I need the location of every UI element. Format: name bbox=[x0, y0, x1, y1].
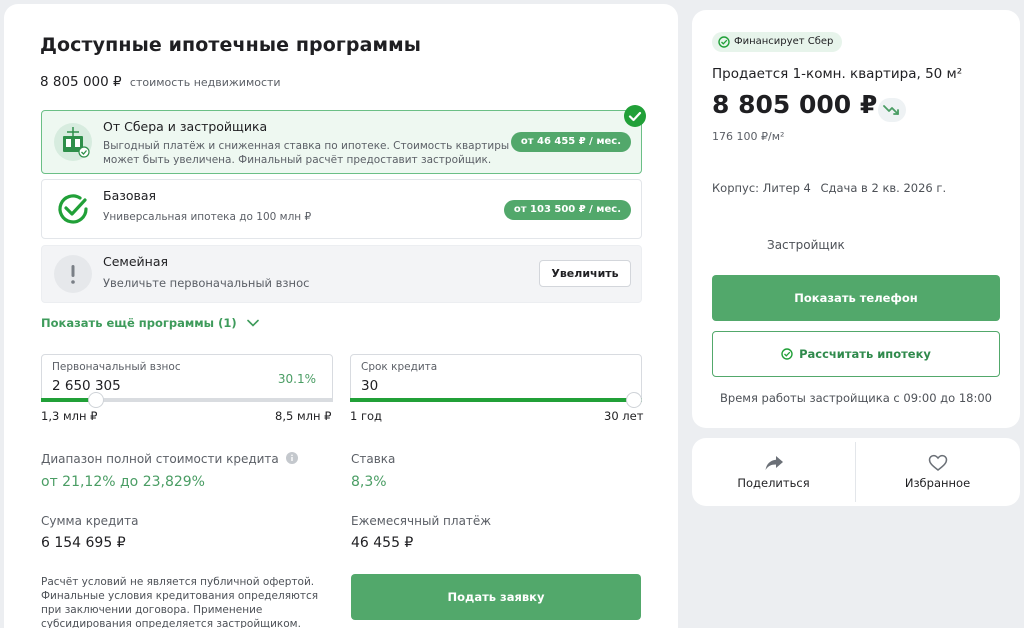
apply-button[interactable]: Подать заявку bbox=[351, 574, 641, 620]
share-label: Поделиться bbox=[737, 476, 810, 490]
show-phone-button[interactable]: Показать телефон bbox=[712, 275, 1000, 321]
check-circle-icon bbox=[54, 190, 92, 228]
chevron-down-icon bbox=[246, 319, 259, 327]
program-basic[interactable]: Базовая Универсальная ипотека до 100 млн… bbox=[41, 179, 642, 239]
loan-term-slider-handle[interactable] bbox=[626, 392, 642, 408]
down-payment-min: 1,3 млн ₽ bbox=[41, 409, 98, 423]
loan-sum-value: 6 154 695 ₽ bbox=[41, 535, 126, 551]
loan-term-field[interactable]: Срок кредита 30 bbox=[350, 354, 642, 402]
share-button[interactable]: Поделиться bbox=[692, 438, 855, 506]
property-price-hint: стоимость недвижимости bbox=[129, 76, 281, 89]
program-description: Выгодный платёж и сниженная ставка по ип… bbox=[103, 140, 510, 166]
program-family[interactable]: Семейная Увеличьте первоначальный взнос … bbox=[41, 245, 642, 303]
rate-value: 8,3% bbox=[351, 474, 387, 490]
disclaimer-text: Расчёт условий не является публичной офе… bbox=[41, 576, 319, 628]
loan-term-fill bbox=[350, 398, 642, 402]
program-sber-developer[interactable]: От Сбера и застройщика Выгодный платёж и… bbox=[41, 110, 642, 174]
listing-card: Финансирует Сбер Продается 1-комн. кварт… bbox=[692, 10, 1020, 428]
sber-logo-icon bbox=[718, 36, 730, 48]
loan-term-max: 30 лет bbox=[604, 409, 644, 423]
loan-term-label: Срок кредита bbox=[361, 361, 438, 373]
program-title: Семейная bbox=[103, 254, 169, 269]
loan-term-min: 1 год bbox=[350, 409, 383, 423]
price-trend-icon[interactable] bbox=[878, 98, 906, 122]
price-per-meter: 176 100 ₽/м² bbox=[712, 130, 785, 143]
cost-range-value: от 21,12% до 23,829% bbox=[41, 474, 205, 490]
show-more-programs-link[interactable]: Показать ещё программы (1) bbox=[41, 316, 259, 330]
page-title: Доступные ипотечные программы bbox=[40, 34, 422, 56]
down-payment-label: Первоначальный взнос bbox=[52, 361, 181, 373]
property-price: 8 805 000 ₽ bbox=[40, 74, 122, 90]
increase-button[interactable]: Увеличить bbox=[539, 260, 631, 287]
program-title: От Сбера и застройщика bbox=[103, 119, 268, 134]
property-price-line: 8 805 000 ₽ стоимость недвижимости bbox=[40, 74, 281, 90]
heart-icon bbox=[928, 454, 948, 471]
program-title: Базовая bbox=[103, 188, 157, 203]
program-payment-badge: от 46 455 ₽ / мес. bbox=[510, 132, 631, 152]
working-hours: Время работы застройщика с 09:00 до 18:0… bbox=[720, 391, 992, 405]
loan-term-value: 30 bbox=[361, 378, 379, 394]
flat-title: Продается 1-комн. квартира, 50 м² bbox=[712, 66, 963, 82]
down-payment-max: 8,5 млн ₽ bbox=[275, 409, 332, 423]
listing-price: 8 805 000 ₽ bbox=[712, 90, 878, 119]
share-icon bbox=[765, 456, 783, 470]
building-info: Корпус: Литер 4 Сдача в 2 кв. 2026 г. bbox=[712, 181, 946, 195]
developer-label: Застройщик bbox=[767, 238, 845, 252]
down-payment-percent: 30.1% bbox=[277, 372, 316, 386]
monthly-payment-value: 46 455 ₽ bbox=[351, 535, 414, 551]
delivery-label: Сдача в 2 кв. 2026 г. bbox=[820, 181, 947, 195]
rate-label: Ставка bbox=[351, 452, 396, 466]
program-payment-badge: от 103 500 ₽ / мес. bbox=[503, 200, 631, 220]
loan-sum-label: Сумма кредита bbox=[41, 514, 139, 528]
info-icon[interactable] bbox=[285, 452, 298, 464]
selected-check-icon bbox=[624, 105, 646, 127]
mortgage-programs-card: Доступные ипотечные программы 8 805 000 … bbox=[4, 4, 678, 628]
building-label: Корпус: Литер 4 bbox=[712, 181, 811, 195]
down-payment-value: 2 650 305 bbox=[52, 378, 121, 394]
financing-badge: Финансирует Сбер bbox=[712, 32, 843, 52]
favorite-button[interactable]: Избранное bbox=[856, 438, 1019, 506]
exclamation-icon bbox=[54, 255, 92, 293]
cost-range-label: Диапазон полной стоимости кредита bbox=[41, 452, 298, 466]
actions-card: Поделиться Избранное bbox=[692, 438, 1020, 506]
sber-logo-icon bbox=[781, 348, 793, 360]
calc-mortgage-button[interactable]: Рассчитать ипотеку bbox=[712, 331, 1000, 377]
down-payment-field[interactable]: Первоначальный взнос 2 650 305 30.1% bbox=[41, 354, 333, 402]
program-description: Увеличьте первоначальный взнос bbox=[103, 276, 310, 290]
down-payment-slider-handle[interactable] bbox=[88, 392, 104, 408]
monthly-payment-label: Ежемесячный платёж bbox=[351, 514, 492, 528]
building-icon bbox=[54, 123, 92, 161]
favorite-label: Избранное bbox=[904, 476, 971, 490]
program-description: Универсальная ипотека до 100 млн ₽ bbox=[103, 211, 312, 223]
